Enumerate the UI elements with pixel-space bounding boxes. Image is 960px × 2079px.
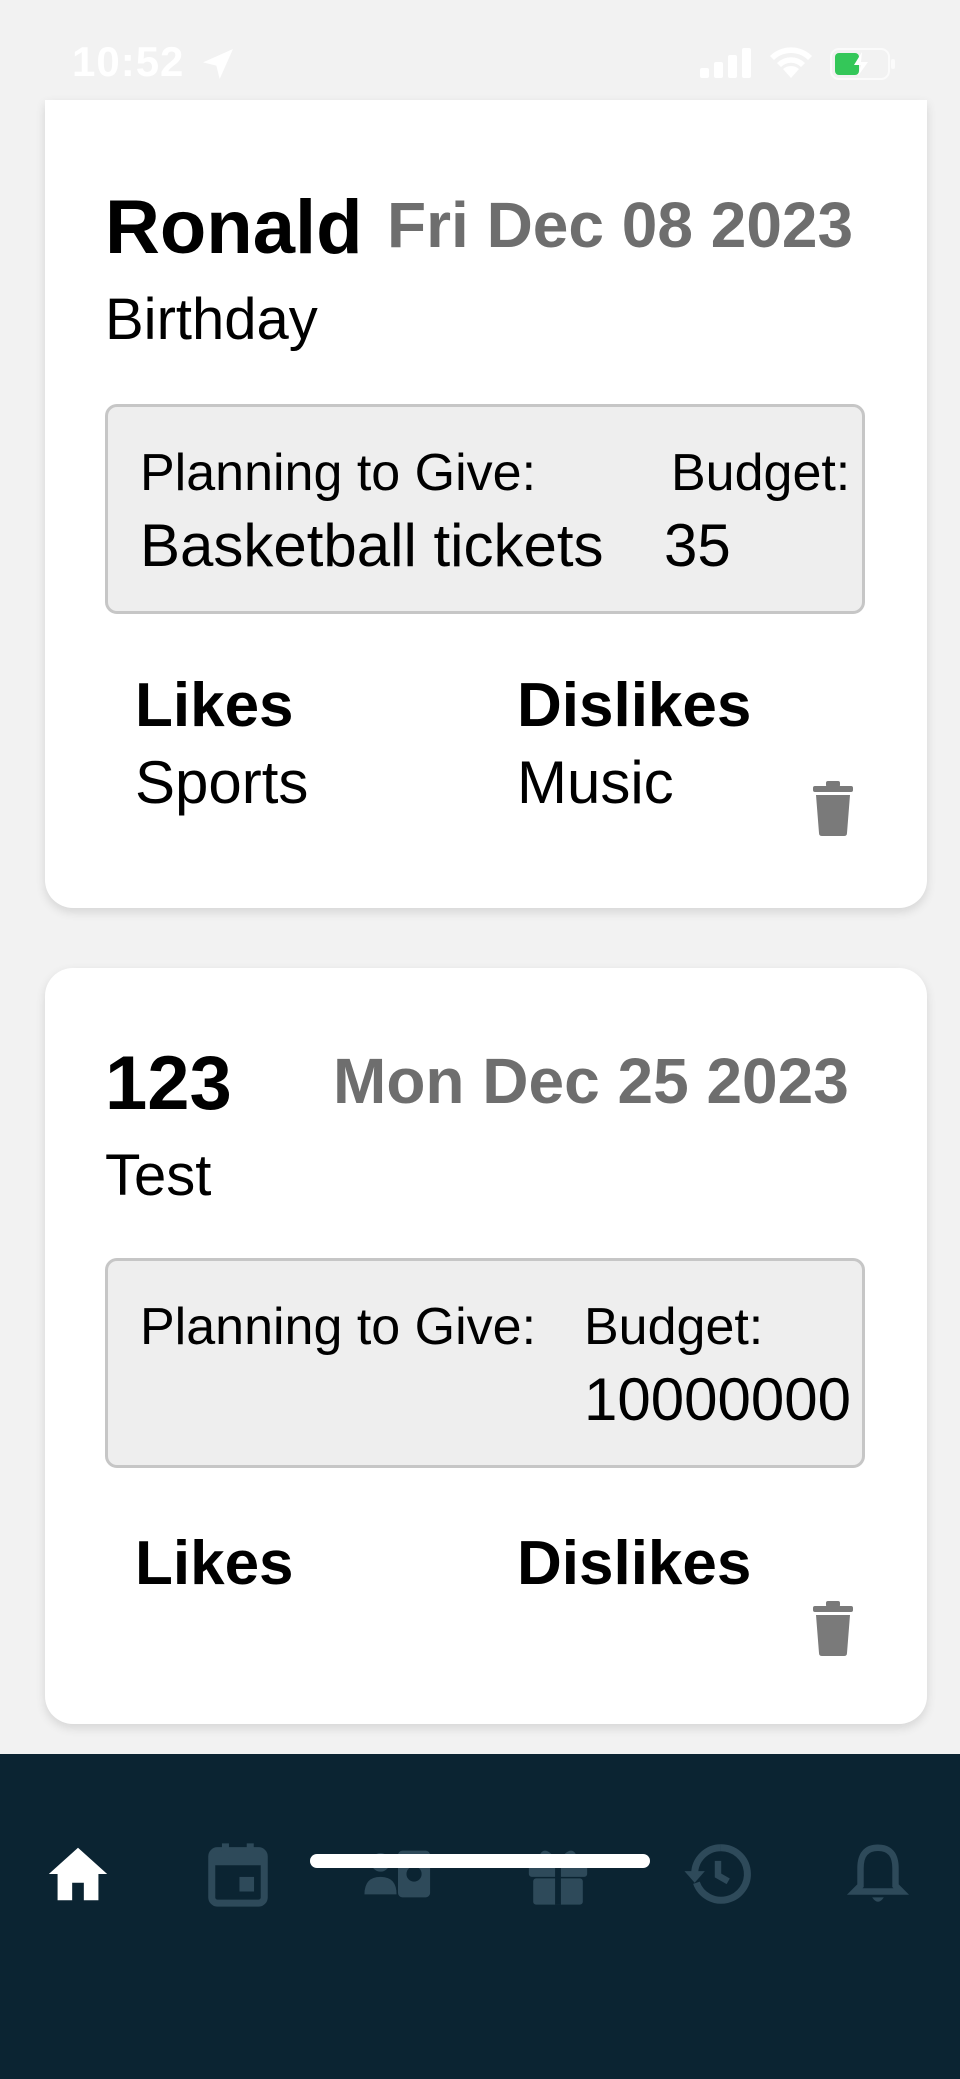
tab-gifts[interactable] bbox=[518, 1834, 598, 1914]
location-arrow-icon bbox=[203, 49, 233, 79]
gift-icon bbox=[528, 1850, 588, 1905]
likes-label: Likes bbox=[135, 671, 294, 740]
home-icon bbox=[48, 1847, 108, 1901]
contact-card-icon bbox=[364, 1850, 431, 1898]
history-icon bbox=[684, 1844, 751, 1904]
trash-icon[interactable] bbox=[811, 780, 855, 836]
occasion-type: Test bbox=[105, 1143, 212, 1208]
budget-value: 10000000 bbox=[584, 1366, 851, 1433]
occasion-type: Birthday bbox=[105, 287, 318, 352]
likes-value: Sports bbox=[135, 749, 309, 816]
trash-icon[interactable] bbox=[811, 1600, 855, 1656]
gift-plan-box: Planning to Give: Basketball tickets Bud… bbox=[105, 404, 865, 614]
dislikes-label: Dislikes bbox=[517, 1529, 752, 1598]
likes-label: Likes bbox=[135, 1529, 294, 1598]
planning-label: Planning to Give: bbox=[140, 444, 537, 502]
gift-plan-box: Planning to Give: Budget: 10000000 bbox=[105, 1258, 865, 1468]
planning-label: Planning to Give: bbox=[140, 1298, 537, 1356]
bottom-tab-bar bbox=[0, 1754, 960, 2079]
status-time: 10:52 bbox=[72, 38, 185, 85]
dislikes-value: Music bbox=[517, 749, 674, 816]
budget-label: Budget: bbox=[584, 1298, 764, 1356]
calendar-icon bbox=[208, 1843, 268, 1907]
occasion-card[interactable]: 123 Mon Dec 25 2023 Test Planning to Giv… bbox=[45, 968, 927, 1724]
tab-history[interactable] bbox=[678, 1834, 758, 1914]
occasion-card[interactable]: Ronald Fri Dec 08 2023 Birthday Planning… bbox=[45, 100, 927, 908]
person-name: Ronald bbox=[105, 185, 363, 270]
person-name: 123 bbox=[105, 1041, 232, 1126]
tab-calendar[interactable] bbox=[198, 1834, 278, 1914]
cellular-signal-icon bbox=[700, 48, 751, 78]
planning-value: Basketball tickets bbox=[140, 512, 604, 579]
dislikes-label: Dislikes bbox=[517, 671, 752, 740]
wifi-icon bbox=[770, 47, 812, 78]
budget-value: 35 bbox=[664, 512, 731, 579]
battery-charging-icon bbox=[830, 48, 895, 80]
tab-contacts[interactable] bbox=[358, 1834, 438, 1914]
bell-icon bbox=[846, 1844, 910, 1902]
budget-label: Budget: bbox=[671, 444, 851, 502]
tab-notifications[interactable] bbox=[838, 1834, 918, 1914]
tab-home[interactable] bbox=[38, 1834, 118, 1914]
occasion-date: Mon Dec 25 2023 bbox=[333, 1045, 849, 1117]
occasion-date: Fri Dec 08 2023 bbox=[387, 189, 854, 261]
home-indicator bbox=[310, 1854, 650, 1868]
